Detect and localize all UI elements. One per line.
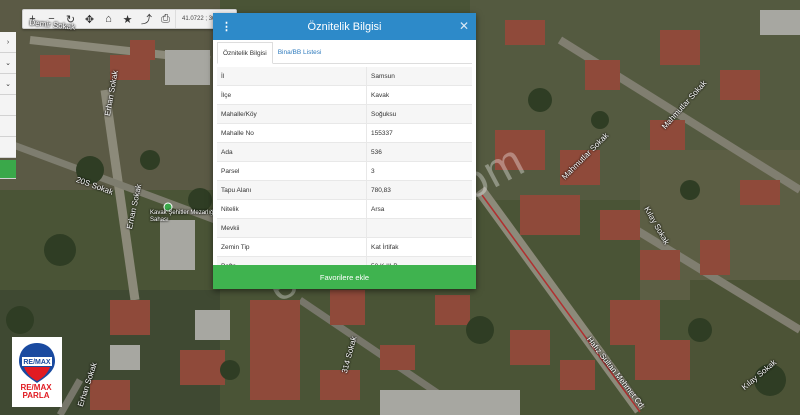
attribute-value: Arsa <box>371 205 385 213</box>
side-action-button[interactable] <box>0 160 16 179</box>
table-row: Nitelik Arsa <box>217 200 472 219</box>
poi-label: Kavak Şehitler Mezarlığı Sahası <box>150 210 216 223</box>
side-controls: › ⌄ ⌄ <box>0 32 16 192</box>
side-control[interactable] <box>0 95 16 116</box>
tab-building-list[interactable]: Bina/BB Listesi <box>273 42 327 63</box>
table-row: Parsel 3 <box>217 162 472 181</box>
tab-attributes[interactable]: Öznitelik Bilgisi <box>217 42 273 64</box>
svg-text:RE/MAX: RE/MAX <box>23 359 51 366</box>
table-row: Mahalle No 155337 <box>217 124 472 143</box>
attribute-key: İl <box>217 67 367 85</box>
attribute-value: 155337 <box>371 129 393 137</box>
home-icon: ⌂ <box>105 13 112 25</box>
attribute-value: 3 <box>371 167 375 175</box>
attribute-key: İlçe <box>217 86 367 104</box>
close-icon[interactable]: ✕ <box>459 19 469 33</box>
attribute-value: Kat İrtifak <box>371 243 399 251</box>
side-control[interactable]: ⌄ <box>0 74 16 95</box>
attribute-value: 780,83 <box>371 186 391 194</box>
attribute-value: Samsun <box>371 72 395 80</box>
pan-button[interactable]: ✥ <box>80 10 99 28</box>
table-row: İl Samsun <box>217 67 472 86</box>
attribute-value <box>367 219 472 237</box>
add-favorite-button[interactable]: Favorilere ekle <box>213 265 476 289</box>
star-icon: ★ <box>122 13 133 26</box>
dialog-title: Öznitelik Bilgisi <box>307 20 382 33</box>
attribute-key: Ada <box>217 143 367 161</box>
dialog-header: ⋮ Öznitelik Bilgisi ✕ <box>213 13 476 40</box>
attribute-key: Zemin Tip <box>217 238 367 256</box>
side-control[interactable]: ⌄ <box>0 53 16 74</box>
favorite-button[interactable]: ★ <box>118 10 137 28</box>
side-control[interactable] <box>0 116 16 137</box>
table-row: Tapu Alanı 780,83 <box>217 181 472 200</box>
table-row: Zemin Tip Kat İrtifak <box>217 238 472 257</box>
table-row: Mahalle/Köy Soğuksu <box>217 105 472 124</box>
attribute-dialog: ⋮ Öznitelik Bilgisi ✕ Öznitelik Bilgisi … <box>213 13 476 289</box>
attribute-key: Mevkii <box>217 219 367 237</box>
dialog-tabs: Öznitelik Bilgisi Bina/BB Listesi <box>217 42 472 64</box>
attribute-table: İl Samsun İlçe Kavak Mahalle/Köy Soğuksu Mahal… <box>217 67 472 276</box>
side-control[interactable]: › <box>0 32 16 53</box>
attribute-key: Mahalle/Köy <box>217 105 367 123</box>
share-icon: ⤴ <box>141 14 152 26</box>
share-button[interactable]: ⤴ <box>137 10 156 28</box>
attribute-key: Tapu Alanı <box>217 181 367 199</box>
table-row: Mevkii <box>217 219 472 238</box>
side-control[interactable] <box>0 137 16 158</box>
menu-icon[interactable]: ⋮ <box>221 20 232 33</box>
home-button[interactable]: ⌂ <box>99 10 118 28</box>
table-row: Ada 536 <box>217 143 472 162</box>
move-icon: ✥ <box>84 13 95 26</box>
table-row: İlçe Kavak <box>217 86 472 105</box>
attribute-key: Parsel <box>217 162 367 180</box>
attribute-key: Mahalle No <box>217 124 367 142</box>
brand-line-2: PARLA <box>22 391 50 400</box>
print-icon: ⎙ <box>161 12 170 25</box>
attribute-value: Kavak <box>371 91 390 99</box>
attribute-value: 536 <box>371 148 382 156</box>
brand-name: RE/MAX PARLA <box>12 384 60 400</box>
attribute-value: Soğuksu <box>371 110 397 118</box>
print-button[interactable]: ⎙ <box>156 10 175 28</box>
attribute-key: Nitelik <box>217 200 367 218</box>
